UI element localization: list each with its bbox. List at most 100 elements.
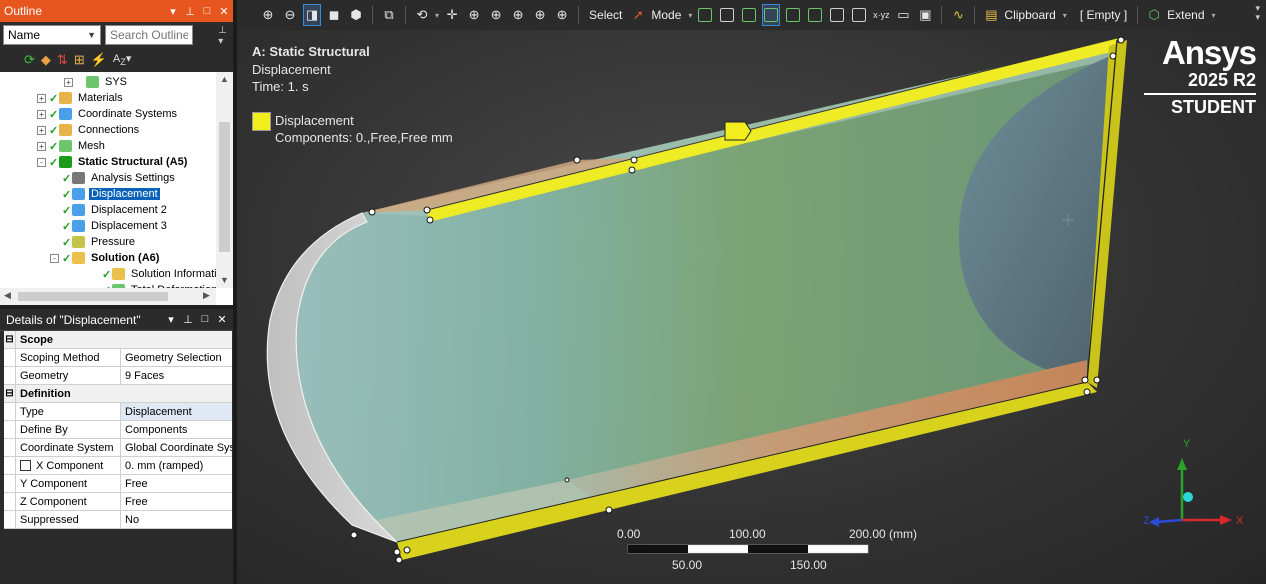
cube-view-icon[interactable]: ◨ (303, 4, 321, 26)
tree-item[interactable]: + ✓ Connections (37, 122, 141, 138)
label-icon[interactable]: ▭ (894, 4, 912, 26)
tree-item[interactable]: + ✓ Coordinate Systems (37, 106, 179, 122)
details-row[interactable]: X Component 0. mm (ramped) (4, 457, 232, 475)
extend-icon[interactable]: ⬡ (1145, 4, 1163, 26)
details-row[interactable]: Geometry 9 Faces (4, 367, 232, 385)
select-element-icon[interactable] (828, 4, 846, 26)
close-icon[interactable]: ✕ (217, 313, 227, 326)
tree-item[interactable]: + ✓ Mesh (37, 138, 107, 154)
sort-alpha-icon[interactable]: AZ▾ (113, 52, 131, 67)
details-section[interactable]: ⊟ Definition (4, 385, 232, 403)
select-body-icon[interactable] (784, 4, 802, 26)
graph-icon[interactable]: ∿ (949, 4, 967, 26)
details-row[interactable]: Scoping Method Geometry Selection (4, 349, 232, 367)
frame-icon[interactable]: ⧉ (380, 4, 398, 26)
lightning-icon[interactable]: ⚡ (91, 52, 107, 68)
filter-select[interactable]: Name ▼ (3, 25, 101, 45)
screen-icon[interactable]: ▣ (916, 4, 934, 26)
details-row[interactable]: Z Component Free (4, 493, 232, 511)
collapse-icon[interactable]: - (50, 253, 59, 263)
cube-rotate-icon[interactable]: ⬢ (347, 4, 365, 26)
select-node-icon[interactable] (806, 4, 824, 26)
clipboard-dropdown[interactable]: Clipboard (1004, 8, 1058, 22)
horizontal-scrollbar[interactable]: ◀ ▶ (0, 288, 216, 305)
collapse-section-icon[interactable]: ⊟ (4, 331, 16, 348)
expand-icon[interactable]: + (37, 109, 46, 119)
details-row[interactable]: Type Displacement (4, 403, 232, 421)
property-value[interactable]: 0. mm (ramped) (121, 457, 232, 474)
select-vertex-icon[interactable] (696, 4, 714, 26)
select-mesh-icon[interactable] (850, 4, 868, 26)
refresh-icon[interactable]: ⟳ (24, 52, 35, 68)
tree-item[interactable]: ✓ Displacement 2 (50, 202, 169, 218)
extend-dropdown[interactable]: Extend (1167, 8, 1207, 22)
coordinate-icon[interactable]: x·yz (872, 4, 890, 26)
pan-icon[interactable]: ✛ (443, 4, 461, 26)
zoom-all-icon[interactable]: ⊕ (531, 4, 549, 26)
tree-item[interactable]: - ✓ Solution (A6) (50, 250, 161, 266)
hscrollbar-thumb[interactable] (18, 292, 168, 301)
maximize-icon[interactable]: □ (202, 5, 212, 18)
scroll-up-icon[interactable]: ▲ (220, 74, 229, 84)
details-row[interactable]: Define By Components (4, 421, 232, 439)
tree-item[interactable]: ✓ Pressure (50, 234, 137, 250)
scrollbar-thumb[interactable] (219, 122, 230, 252)
rotate-icon[interactable]: ⟲ (413, 4, 431, 26)
zoom-icon[interactable]: ⊕ (465, 4, 483, 26)
tree-item[interactable]: ✓ Displacement 3 (50, 218, 169, 234)
tree-item[interactable]: + ✓ Materials (37, 90, 125, 106)
collapse-icon[interactable]: - (37, 157, 46, 167)
property-value[interactable]: Free (121, 493, 232, 510)
magnifier-icon[interactable]: ⊕ (553, 4, 571, 26)
property-value[interactable]: Free (121, 475, 232, 492)
select-face-active-icon[interactable] (762, 4, 781, 26)
mode-dropdown[interactable]: Mode (651, 8, 684, 22)
collapse-section-icon[interactable]: ⊟ (4, 385, 16, 402)
maximize-icon[interactable]: □ (200, 313, 210, 326)
expand-icon[interactable]: + (37, 125, 46, 135)
select-edge-icon[interactable] (718, 4, 736, 26)
pin-icon[interactable]: ⊥ (185, 5, 195, 18)
close-icon[interactable]: ✕ (219, 5, 229, 18)
property-value[interactable]: Displacement (121, 403, 232, 420)
property-value[interactable]: No (121, 511, 232, 528)
tree-item[interactable]: - ✓ Static Structural (A5) (37, 154, 189, 170)
property-value[interactable]: Global Coordinate System (121, 439, 232, 456)
zoom-box-icon[interactable]: ⊕ (487, 4, 505, 26)
select-face-icon[interactable] (740, 4, 758, 26)
zoom-in-icon[interactable]: ⊕ (259, 4, 277, 26)
expand-icon[interactable]: + (37, 93, 46, 103)
tree-item[interactable]: ✓ Analysis Settings (50, 170, 177, 186)
toolbar-expand-icon[interactable]: ▾ ▾ (1255, 4, 1260, 22)
select-label[interactable]: Select (586, 8, 625, 22)
details-row[interactable]: Y Component Free (4, 475, 232, 493)
property-value[interactable]: Components (121, 421, 232, 438)
zoom-out-icon[interactable]: ⊖ (281, 4, 299, 26)
property-value[interactable]: 9 Faces (121, 367, 232, 384)
cursor-icon[interactable]: ➚ (629, 4, 647, 26)
clipboard-icon[interactable]: ▤ (982, 4, 1000, 26)
expand-icon[interactable]: + (64, 77, 73, 87)
parameter-checkbox[interactable] (20, 460, 31, 471)
scroll-right-icon[interactable]: ▶ (203, 290, 210, 301)
details-section[interactable]: ⊟ Scope (4, 331, 232, 349)
collapse-icon[interactable]: ⊥ ▾ (218, 25, 227, 47)
grid-icon[interactable]: ⊞ (74, 52, 85, 68)
zoom-fit-icon[interactable]: ⊕ (509, 4, 527, 26)
tree-item[interactable]: ✓ Displacement (50, 186, 160, 202)
search-outline-input[interactable] (105, 25, 193, 45)
tree-item[interactable]: ✓ Solution Information (90, 266, 216, 282)
tree-item[interactable]: + SYS (64, 74, 129, 90)
expand-icon[interactable]: + (37, 141, 46, 151)
eraser-icon[interactable]: ◆ (41, 52, 51, 68)
property-value[interactable]: Geometry Selection (121, 349, 232, 366)
scroll-left-icon[interactable]: ◀ (4, 290, 11, 301)
details-row[interactable]: Coordinate System Global Coordinate Syste… (4, 439, 232, 457)
sort-icon[interactable]: ⇅ (57, 52, 68, 68)
solid-cube-icon[interactable]: ◼ (325, 4, 343, 26)
scroll-down-icon[interactable]: ▼ (220, 275, 229, 285)
details-row[interactable]: Suppressed No (4, 511, 232, 529)
pin-icon[interactable]: ⊥ (183, 313, 193, 326)
dropdown-icon[interactable]: ▾ (166, 313, 176, 326)
vertical-scrollbar[interactable]: ▲ ▼ (216, 72, 233, 288)
